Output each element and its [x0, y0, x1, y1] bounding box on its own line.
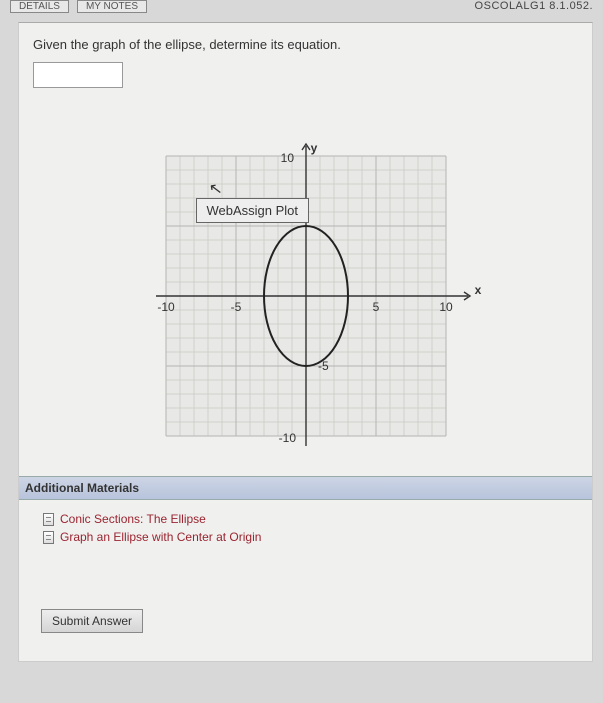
tick-yn10: -10 [278, 431, 296, 445]
graph-area: ↖ WebAssign Plot [96, 136, 516, 456]
material-label: Graph an Ellipse with Center at Origin [60, 530, 261, 544]
course-code: OSCOLALG1 8.1.052. [475, 0, 593, 12]
plot-label: WebAssign Plot [196, 198, 310, 223]
tick-x5: 5 [372, 300, 379, 314]
x-axis-label: x [474, 283, 481, 297]
document-icon [43, 513, 54, 526]
mynotes-button[interactable]: MY NOTES [77, 0, 147, 13]
submit-answer-button[interactable]: Submit Answer [41, 609, 143, 633]
question-panel: Given the graph of the ellipse, determin… [18, 22, 593, 662]
document-icon [43, 531, 54, 544]
tick-y10: 10 [280, 151, 294, 165]
material-link-2[interactable]: Graph an Ellipse with Center at Origin [33, 528, 578, 546]
material-label: Conic Sections: The Ellipse [60, 512, 206, 526]
ellipse-plot: -10 -5 5 10 10 -5 -10 y x [96, 136, 516, 456]
additional-materials-heading: Additional Materials [19, 476, 592, 500]
tick-xn5: -5 [230, 300, 241, 314]
cursor-icon: ↖ [207, 178, 223, 200]
y-axis-label: y [310, 141, 317, 155]
question-prompt: Given the graph of the ellipse, determin… [33, 37, 578, 52]
tick-xn10: -10 [157, 300, 175, 314]
answer-input[interactable] [33, 62, 123, 88]
details-button[interactable]: DETAILS [10, 0, 69, 13]
tick-x10: 10 [439, 300, 453, 314]
material-link-1[interactable]: Conic Sections: The Ellipse [33, 510, 578, 528]
